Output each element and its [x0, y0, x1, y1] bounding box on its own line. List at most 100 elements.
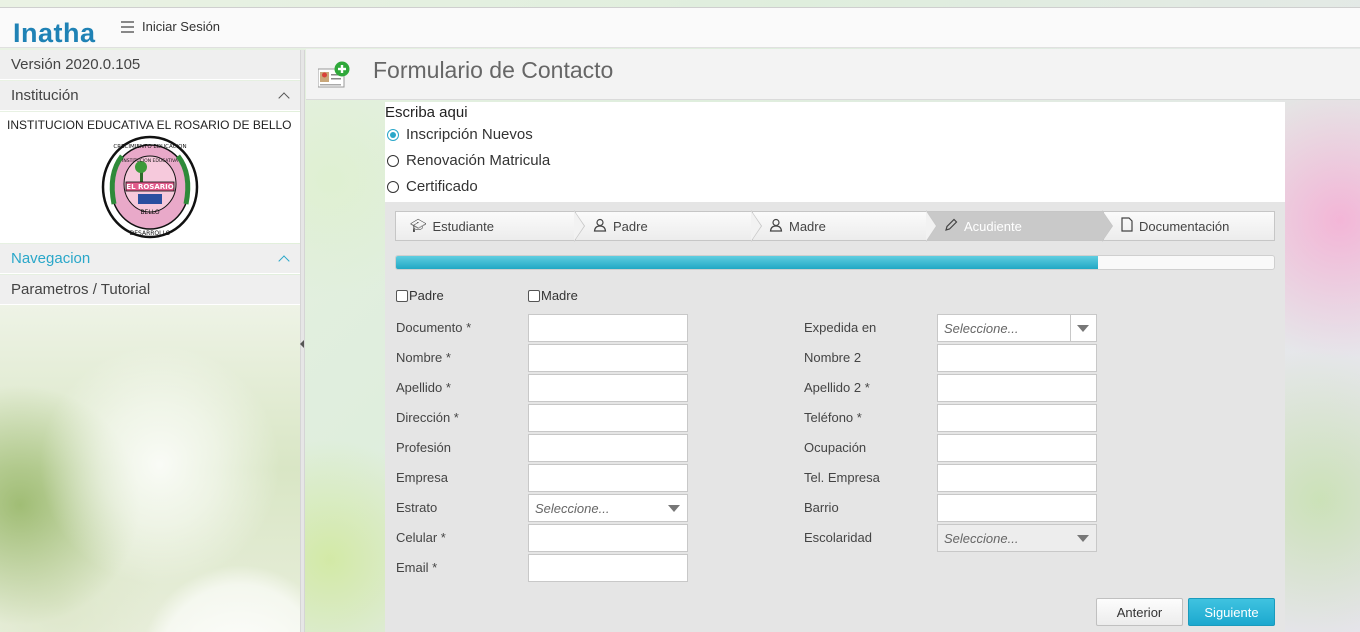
radio-checked-icon[interactable]: [387, 128, 399, 141]
escolaridad-select[interactable]: Seleccione...: [937, 524, 1097, 552]
chevron-down-icon: [1077, 325, 1089, 332]
chevron-up-icon[interactable]: [278, 254, 290, 267]
seal-inner-text: INSTITUCION EDUCATIVA: [122, 158, 179, 164]
checkbox-icon[interactable]: [528, 289, 540, 302]
wizard-steps: 🎓︎ Estudiante Padre Madre Acudiente Docu…: [395, 210, 1275, 242]
direccion-input[interactable]: [528, 404, 688, 432]
label-apellido: Apellido *: [396, 380, 451, 395]
label-nombre-2: Nombre 2: [804, 350, 862, 365]
nombre-input[interactable]: [528, 344, 688, 372]
expedida-en-select[interactable]: Seleccione...: [937, 314, 1097, 342]
ocupacion-input[interactable]: [937, 434, 1097, 462]
hamburger-menu-icon[interactable]: [121, 21, 134, 33]
checkbox-icon[interactable]: [396, 289, 408, 302]
celular-input[interactable]: [528, 524, 688, 552]
seal-name-text: EL ROSARIO: [126, 183, 173, 191]
radio-unchecked-icon[interactable]: [387, 180, 399, 193]
step-acudiente[interactable]: Acudiente: [927, 211, 1103, 241]
step-separator: [751, 211, 761, 241]
apellido-input[interactable]: [528, 374, 688, 402]
checkbox-madre[interactable]: Madre: [528, 288, 578, 303]
collapse-left-icon[interactable]: [300, 340, 304, 348]
step-padre[interactable]: Padre: [575, 211, 752, 241]
document-icon: [1121, 217, 1133, 235]
add-contact-icon: [318, 61, 350, 88]
select-button[interactable]: [661, 495, 687, 521]
login-link[interactable]: Iniciar Sesión: [142, 19, 220, 34]
chevron-down-icon: [668, 505, 680, 512]
nombre-2-input[interactable]: [937, 344, 1097, 372]
top-bar: Inatha Iniciar Sesión: [0, 8, 1360, 48]
step-estudiante[interactable]: 🎓︎ Estudiante: [395, 211, 575, 241]
estrato-select[interactable]: Seleccione...: [528, 494, 688, 522]
graduation-cap-icon: 🎓︎: [410, 218, 427, 233]
step-documentacion[interactable]: Documentación: [1103, 211, 1275, 241]
profesion-input[interactable]: [528, 434, 688, 462]
chevron-up-icon[interactable]: [278, 91, 290, 104]
label-telefono: Teléfono *: [804, 410, 862, 425]
version-text: Versión 2020.0.105: [11, 56, 141, 73]
select-placeholder: Seleccione...: [944, 531, 1019, 546]
apellido-2-input[interactable]: [937, 374, 1097, 402]
navigation-section-header[interactable]: Navegacion: [0, 244, 300, 274]
label-email: Email *: [396, 560, 438, 575]
request-type-section: Escriba aqui Inscripción Nuevos Renovaci…: [385, 102, 1285, 202]
step-label: Padre: [613, 218, 648, 234]
tel-empresa-input[interactable]: [937, 464, 1097, 492]
step-label: Acudiente: [964, 218, 1022, 234]
documento-input[interactable]: [528, 314, 688, 342]
previous-button[interactable]: Anterior: [1096, 598, 1183, 626]
sidebar-item-label: Parametros / Tutorial: [11, 281, 151, 298]
institution-name: INSTITUCION EDUCATIVA EL ROSARIO DE BELL…: [7, 118, 292, 132]
radio-renovacion-matricula[interactable]: Renovación Matricula: [387, 152, 550, 169]
step-separator: [926, 211, 936, 241]
user-icon: [593, 218, 607, 235]
label-tel-empresa: Tel. Empresa: [804, 470, 880, 485]
label-profesion: Profesión: [396, 440, 451, 455]
radio-inscripcion-nuevos[interactable]: Inscripción Nuevos: [387, 126, 533, 143]
step-madre[interactable]: Madre: [752, 211, 927, 241]
institution-panel: INSTITUCION EDUCATIVA EL ROSARIO DE BELL…: [0, 112, 300, 243]
label-barrio: Barrio: [804, 500, 839, 515]
barrio-input[interactable]: [937, 494, 1097, 522]
select-button[interactable]: [1070, 525, 1096, 551]
label-expedida-en: Expedida en: [804, 320, 877, 335]
wizard-progress-bar: [395, 255, 1275, 270]
pencil-icon: [944, 218, 958, 235]
email-input[interactable]: [528, 554, 688, 582]
chevron-down-icon: [1077, 535, 1089, 542]
page-header: Formulario de Contacto: [306, 49, 1360, 100]
institution-section-header[interactable]: Institución: [0, 81, 300, 111]
sidebar: Versión 2020.0.105 Institución INSTITUCI…: [0, 50, 300, 632]
radio-label: Certificado: [406, 178, 478, 195]
select-button[interactable]: [1070, 315, 1096, 341]
seal-bottom-text: DESARROLLO: [130, 230, 171, 237]
checkbox-label: Madre: [541, 288, 578, 303]
label-direccion: Dirección *: [396, 410, 459, 425]
label-celular: Celular *: [396, 530, 446, 545]
sidebar-background: [0, 305, 300, 632]
step-label: Documentación: [1139, 218, 1230, 234]
checkbox-padre[interactable]: Padre: [396, 288, 444, 303]
radio-unchecked-icon[interactable]: [387, 154, 399, 167]
select-placeholder: Seleccione...: [944, 321, 1019, 336]
next-button[interactable]: Siguiente: [1188, 598, 1275, 626]
navigation-header-label: Navegacion: [11, 250, 91, 267]
label-documento: Documento *: [396, 320, 472, 335]
page-title: Formulario de Contacto: [373, 57, 614, 83]
app-logo[interactable]: Inatha: [13, 18, 96, 49]
label-estrato: Estrato: [396, 500, 438, 515]
telefono-input[interactable]: [937, 404, 1097, 432]
radio-certificado[interactable]: Certificado: [387, 178, 478, 195]
user-icon: [769, 218, 783, 235]
radio-label: Renovación Matricula: [406, 152, 551, 169]
step-label: Estudiante: [432, 218, 494, 234]
version-label: Versión 2020.0.105: [0, 50, 300, 80]
seal-city-text: BELLO: [140, 209, 159, 216]
empresa-input[interactable]: [528, 464, 688, 492]
contact-form-panel: Escriba aqui Inscripción Nuevos Renovaci…: [385, 102, 1285, 632]
sidebar-item-parametros[interactable]: Parametros / Tutorial: [0, 275, 300, 305]
seal-top-text: CRECIMIENTO EDUCACION: [113, 144, 186, 150]
checkbox-label: Padre: [409, 288, 444, 303]
label-ocupacion: Ocupación: [804, 440, 867, 455]
